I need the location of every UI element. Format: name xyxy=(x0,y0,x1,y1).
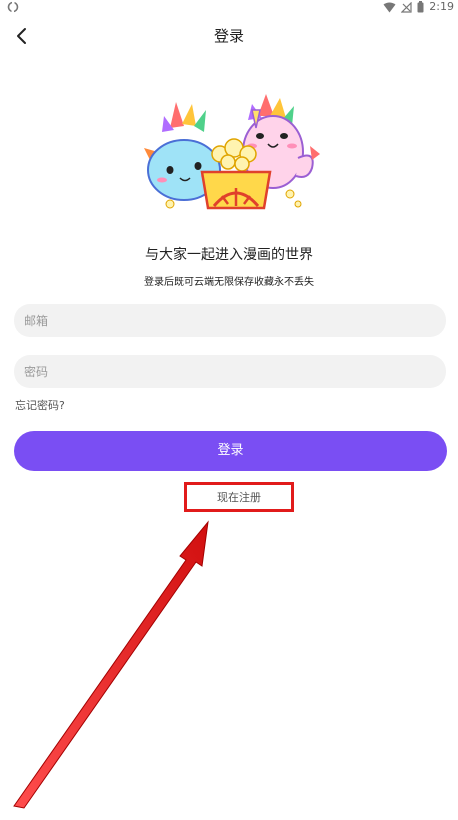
no-signal-icon xyxy=(401,1,412,13)
register-link[interactable]: 现在注册 xyxy=(184,482,294,512)
page-title: 登录 xyxy=(213,27,244,45)
password-field[interactable] xyxy=(14,355,446,388)
login-button[interactable]: 登录 xyxy=(14,431,447,471)
email-field[interactable] xyxy=(14,304,446,337)
header: 登录 xyxy=(0,18,458,54)
status-bar: 2:19 xyxy=(0,0,458,14)
welcome-subline: 登录后既可云端无限保存收藏永不丢失 xyxy=(144,277,314,288)
status-time: 2:19 xyxy=(429,0,454,13)
welcome-headline: 与大家一起进入漫画的世界 xyxy=(145,247,313,263)
mascot-illustration xyxy=(144,94,320,210)
register-link-label: 现在注册 xyxy=(217,491,261,504)
wifi-icon xyxy=(383,2,396,12)
battery-icon xyxy=(417,1,424,13)
sync-icon xyxy=(7,1,19,13)
status-indicators: 2:19 xyxy=(383,0,454,14)
forgot-password-link[interactable]: 忘记密码? xyxy=(15,397,65,413)
